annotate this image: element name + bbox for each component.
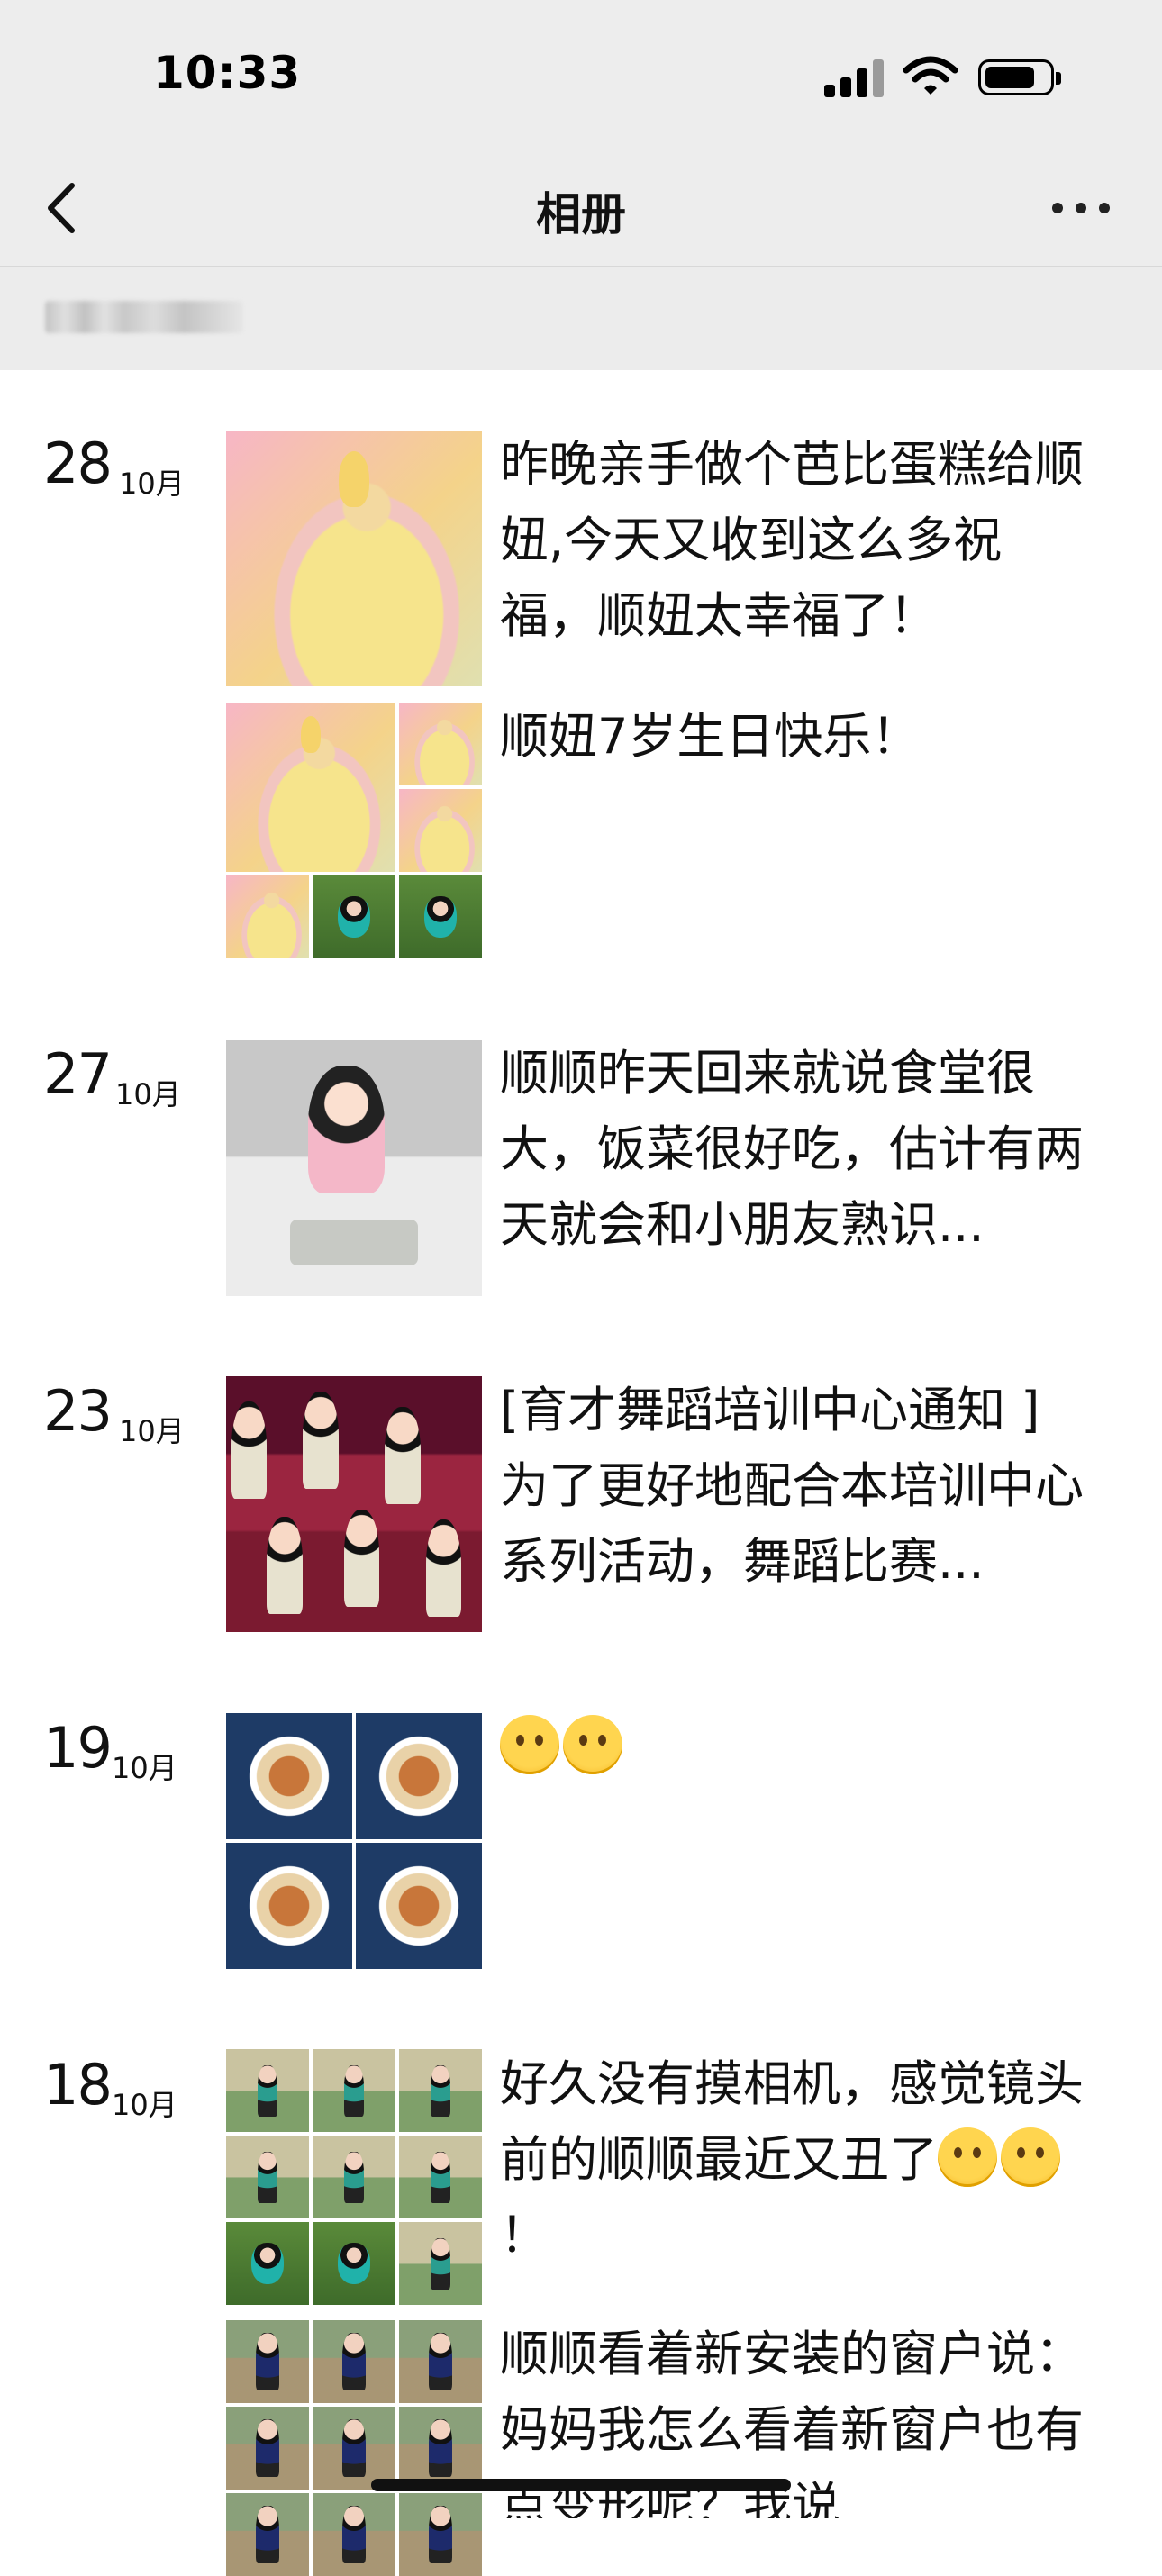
entry-day: 18 [43,2052,113,2118]
home-indicator [371,2479,791,2491]
more-dots-icon[interactable] [1045,189,1117,225]
smile-emoji [500,1715,559,1774]
post-caption[interactable]: 顺顺昨天回来就说食堂很大，饭菜很好吃，估计有两天就会和小朋友熟识... [500,1036,1085,1263]
wink-emoji [563,1715,622,1774]
blurred-header-strip [0,267,1162,370]
post-thumbnail[interactable] [226,431,482,686]
entry-month: 10月 [115,1077,181,1111]
post-caption-text: 好久没有摸相机，感觉镜头前的顺顺最近又丑了 [500,2055,1084,2188]
nav-bar: 相册 [0,153,1162,267]
eye-roll-emoji [1001,2127,1060,2187]
page-title: 相册 [536,188,626,240]
post-caption-end: ！ [500,2207,549,2263]
post-thumbnail[interactable] [226,1040,482,1296]
wifi-icon [903,56,958,95]
post-caption[interactable]: 顺妞7岁生日快乐！ [500,699,1085,775]
post-thumbnail[interactable] [226,1376,482,1632]
status-time: 10:33 [153,47,302,99]
post-thumbnail-grid[interactable] [226,2049,482,2305]
entry-day: 19 [43,1715,113,1781]
battery-icon [978,59,1061,95]
entry-day: 27 [43,1041,113,1107]
entry-month: 10月 [112,1751,177,1785]
post-caption[interactable]: 昨晚亲手做个芭比蛋糕给顺妞,今天又收到这么多祝福，顺妞太幸福了！ [500,427,1085,654]
blurred-content [45,301,243,333]
entry-month: 10月 [119,1414,185,1448]
entry-month: 10月 [112,2088,177,2122]
entry-month: 10月 [119,467,185,501]
status-bar: 10:33 [0,0,1162,153]
eye-roll-emoji [938,2127,997,2187]
signal-icon [824,59,884,97]
post-thumbnail-grid[interactable] [226,703,482,958]
entry-day: 23 [43,1378,113,1444]
post-thumbnail-grid[interactable] [226,2320,482,2576]
post-caption[interactable]: [育才舞蹈培训中心通知 ]为了更好地配合本培训中心系列活动，舞蹈比赛... [500,1373,1085,1600]
post-caption[interactable]: 好久没有摸相机，感觉镜头前的顺顺最近又丑了 ！ [500,2046,1085,2273]
post-thumbnail-grid[interactable] [226,1713,482,1969]
post-caption[interactable] [500,1710,1085,1785]
entry-day: 28 [43,431,113,496]
